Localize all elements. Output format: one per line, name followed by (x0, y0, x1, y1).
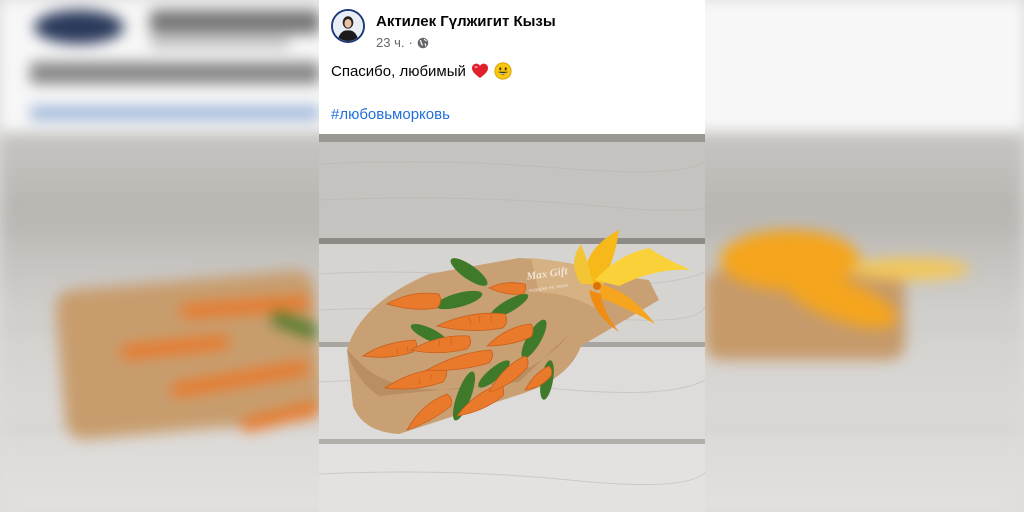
post-card: Актилек Гүлжигит Кызы 23 ч. · Спасибо, л… (319, 0, 705, 512)
post-meta: 23 ч. · (376, 35, 429, 50)
post-message: Спасибо, любимый (331, 62, 466, 80)
avatar[interactable] (331, 9, 365, 43)
globe-icon[interactable] (417, 37, 429, 49)
post-header: Актилек Гүлжигит Кызы 23 ч. · (319, 0, 705, 60)
meta-separator: · (408, 35, 413, 50)
hashtag-link[interactable]: #любовьморковь (331, 106, 450, 123)
smiley-icon (494, 62, 512, 80)
post-text: Спасибо, любимый (331, 62, 512, 80)
author-name[interactable]: Актилек Гүлжигит Кызы (376, 13, 556, 30)
avatar-photo (333, 11, 363, 41)
post-photo[interactable]: Max Gift подарки на заказ (319, 134, 705, 512)
carrot-bouquet-image: Max Gift подарки на заказ (319, 134, 705, 512)
heart-icon (471, 63, 488, 78)
post-time[interactable]: 23 ч. (376, 35, 404, 50)
